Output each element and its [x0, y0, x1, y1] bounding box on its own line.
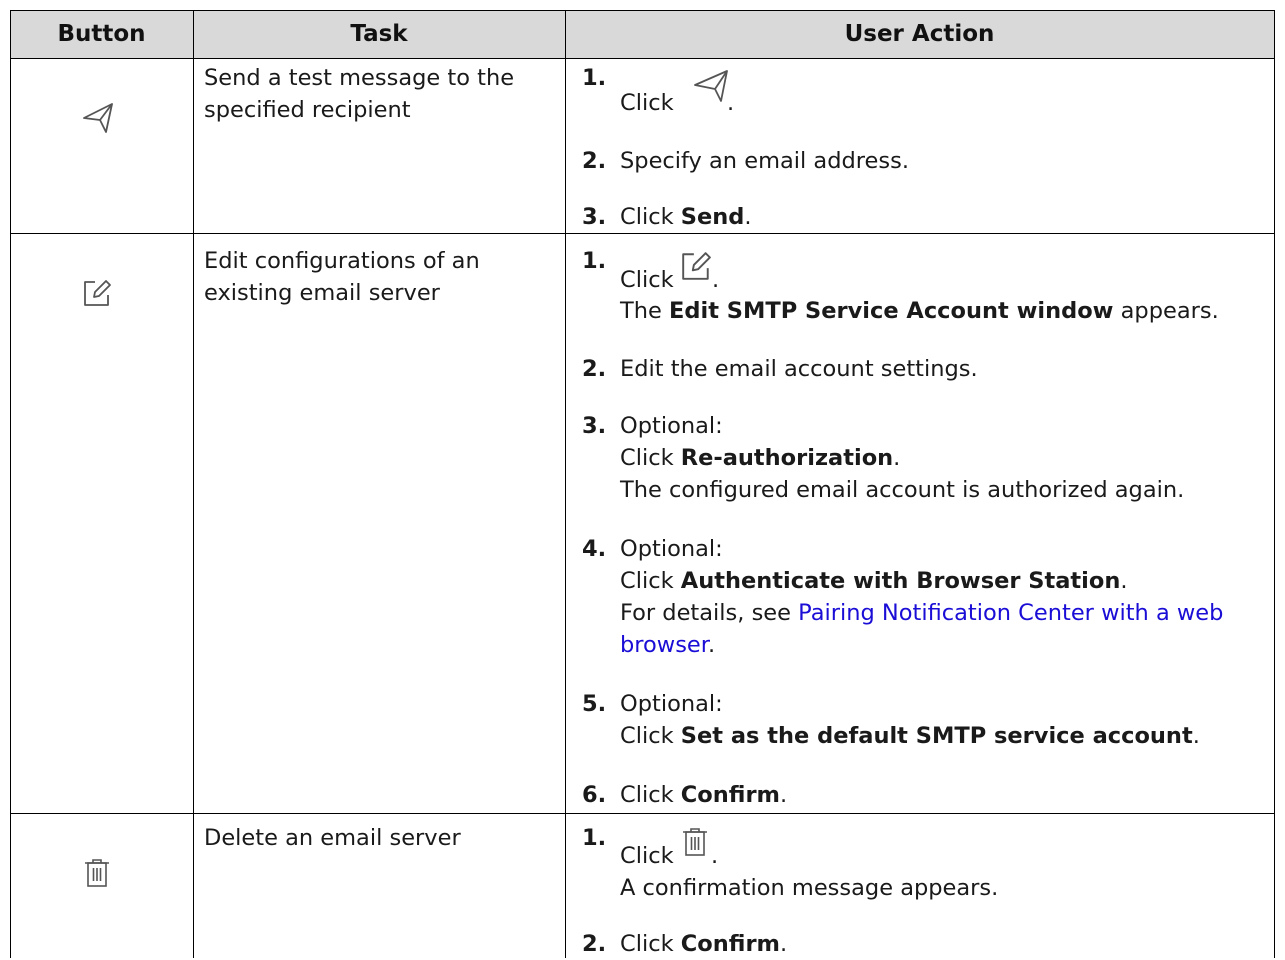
task-text: Send a test message to the	[204, 65, 515, 91]
pairing-link[interactable]: browser	[620, 632, 708, 658]
send-icon	[82, 98, 114, 144]
task-text: existing email server	[204, 280, 440, 306]
step-text: Click	[620, 267, 674, 293]
step-optional: Optional:	[620, 536, 723, 562]
actions-table: Button Task User Action Send a test mess…	[0, 0, 1285, 958]
rule	[10, 10, 11, 958]
step-text: Click	[620, 90, 674, 116]
rule	[10, 233, 1275, 234]
trash-icon	[682, 826, 708, 864]
step-optional: Optional:	[620, 413, 723, 439]
task-text: Delete an email server	[204, 825, 461, 851]
step-period: .	[727, 90, 735, 116]
edit-icon	[680, 250, 712, 288]
step-number: 6.	[582, 782, 607, 808]
step-number: 4.	[582, 536, 607, 562]
pairing-link[interactable]: Pairing Notification Center with a web	[798, 600, 1223, 626]
step-period: .	[711, 843, 719, 869]
step-note: A confirmation message appears.	[620, 875, 999, 901]
header-task: Task	[350, 21, 408, 47]
step-text: Edit the email account settings.	[620, 356, 978, 382]
step-text: Click Authenticate with Browser Station.	[620, 568, 1128, 594]
step-number: 2.	[582, 356, 607, 382]
step-number: 3.	[582, 413, 607, 439]
step-text: Click Confirm.	[620, 782, 788, 808]
step-number: 5.	[582, 691, 607, 717]
step-text: Click Re-authorization.	[620, 445, 901, 471]
rule	[565, 10, 566, 958]
step-text: Click Send.	[620, 204, 752, 230]
rule	[10, 58, 1275, 59]
header-user-action: User Action	[844, 21, 995, 47]
send-icon	[693, 69, 729, 111]
rule	[1274, 10, 1275, 958]
task-text: Edit configurations of an	[204, 248, 480, 274]
rule	[193, 10, 194, 958]
trash-icon	[84, 858, 110, 894]
step-text: Specify an email address.	[620, 148, 909, 174]
step-text: The Edit SMTP Service Account window app…	[620, 298, 1219, 324]
edit-icon	[82, 278, 112, 314]
step-number: 1.	[582, 248, 607, 274]
step-number: 1.	[582, 825, 607, 851]
header-button: Button	[57, 21, 146, 47]
step-text: Click Confirm.	[620, 931, 788, 957]
step-number: 3.	[582, 204, 607, 230]
step-optional: Optional:	[620, 691, 723, 717]
step-note: For details, see Pairing Notification Ce…	[620, 600, 1224, 626]
step-text: Click	[620, 843, 674, 869]
step-note: The configured email account is authoriz…	[620, 477, 1185, 503]
step-text: Click Set as the default SMTP service ac…	[620, 723, 1200, 749]
step-number: 2.	[582, 931, 607, 957]
rule	[10, 813, 1275, 814]
step-note: browser.	[620, 632, 716, 658]
step-number: 1.	[582, 65, 607, 91]
task-text: specified recipient	[204, 97, 411, 123]
step-number: 2.	[582, 148, 607, 174]
step-period: .	[712, 267, 720, 293]
